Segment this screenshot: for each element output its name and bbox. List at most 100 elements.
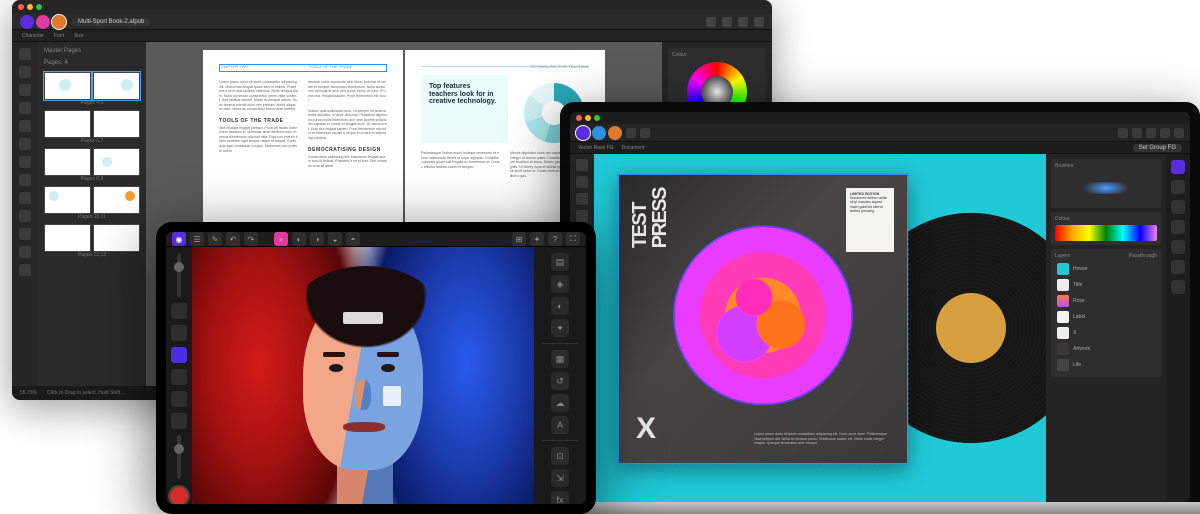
album-sleeve-artwork[interactable]: TEST PRESS LIMITED EDITION Numbered edit…: [618, 174, 908, 464]
doc-tab[interactable]: Vector Rose FG: [578, 145, 614, 151]
maximize-icon[interactable]: [594, 115, 600, 121]
layer-row[interactable]: Title: [1055, 277, 1157, 293]
snapping-icon[interactable]: ⊞: [512, 232, 526, 246]
home-icon[interactable]: ◉: [172, 232, 186, 246]
persona-export-icon[interactable]: ◓: [346, 232, 360, 246]
layers-studio-icon[interactable]: ▤: [551, 253, 569, 271]
vector-crop-tool-icon[interactable]: [19, 228, 31, 240]
pen-tool-icon[interactable]: [576, 210, 588, 222]
ellipse-tool-icon[interactable]: [19, 174, 31, 186]
brush-preview[interactable]: [1055, 172, 1157, 204]
portrait-artwork[interactable]: [192, 247, 534, 504]
brushes-panel[interactable]: Brushes: [1051, 159, 1161, 208]
document-menu-icon[interactable]: ☰: [190, 232, 204, 246]
page-spread-thumb[interactable]: Pages 8,9: [44, 148, 140, 182]
page-spread-thumb[interactable]: Pages 4,5: [44, 72, 140, 106]
maximize-icon[interactable]: [36, 4, 42, 10]
align-icon[interactable]: [1132, 128, 1142, 138]
table-tool-icon[interactable]: [19, 120, 31, 132]
page-spread-thumb[interactable]: Pages 12,13: [44, 224, 140, 258]
text-studio-icon[interactable]: A: [551, 416, 569, 434]
layer-row[interactable]: House: [1055, 261, 1157, 277]
picture-frame-tool-icon[interactable]: [19, 192, 31, 204]
brushes-studio-icon[interactable]: ✦: [551, 319, 569, 337]
smudge-tool-icon[interactable]: [171, 413, 187, 429]
paint-brush-tool-icon[interactable]: [171, 347, 187, 363]
open-icon[interactable]: [640, 128, 650, 138]
primary-colour-chip[interactable]: [168, 485, 190, 504]
adjustments-studio-icon[interactable]: ◐: [551, 297, 569, 315]
redo-icon[interactable]: ↷: [244, 232, 258, 246]
document-tab[interactable]: Multi-Sport Book-2.afpub: [72, 18, 150, 26]
page-header[interactable]: CHAPTER TWO TOOLS OF THE TRADE: [219, 64, 387, 72]
navigator-studio-icon[interactable]: ⊡: [551, 447, 569, 465]
channels-studio-icon[interactable]: ▦: [551, 350, 569, 368]
fullscreen-icon[interactable]: ⛶: [566, 232, 580, 246]
zoom-level[interactable]: 55.75%: [20, 390, 37, 396]
node-tool-icon[interactable]: [576, 176, 588, 188]
brush-opacity-slider[interactable]: [177, 435, 181, 479]
arrange-icon[interactable]: [738, 17, 748, 27]
pan-tool-icon[interactable]: [19, 264, 31, 276]
layer-row[interactable]: Label: [1055, 309, 1157, 325]
selection-tool-icon[interactable]: [171, 325, 187, 341]
character-dock-icon[interactable]: [1171, 240, 1185, 254]
photo-persona-icon[interactable]: [36, 15, 50, 29]
layer-row[interactable]: X: [1055, 325, 1157, 341]
transform-dock-icon[interactable]: [1171, 220, 1185, 234]
navigator-dock-icon[interactable]: [1171, 200, 1185, 214]
assets-dock-icon[interactable]: [1171, 160, 1185, 174]
designer-canvas[interactable]: TEST PRESS LIMITED EDITION Numbered edit…: [594, 154, 1046, 502]
erase-tool-icon[interactable]: [171, 369, 187, 385]
export-persona-icon[interactable]: [608, 126, 622, 140]
album-corner-mark[interactable]: X: [636, 412, 656, 446]
persona-liquify-icon[interactable]: ◐: [292, 232, 306, 246]
designer-persona-icon[interactable]: [20, 15, 34, 29]
node-tool-icon[interactable]: [19, 66, 31, 78]
page-spread-thumb[interactable]: Pages 6,7: [44, 110, 140, 144]
preview-icon[interactable]: [706, 17, 716, 27]
persona-switcher[interactable]: [20, 15, 66, 29]
persona-switcher[interactable]: [576, 126, 622, 140]
undo-icon[interactable]: ↶: [226, 232, 240, 246]
pixel-persona-icon[interactable]: [592, 126, 606, 140]
colour-studio-icon[interactable]: ◈: [551, 275, 569, 293]
help-icon[interactable]: ?: [548, 232, 562, 246]
minimize-icon[interactable]: [27, 4, 33, 10]
edit-menu-icon[interactable]: ✎: [208, 232, 222, 246]
fill-tool-icon[interactable]: [19, 210, 31, 222]
preflight-icon[interactable]: [722, 17, 732, 27]
close-icon[interactable]: [576, 115, 582, 121]
paragraph-dock-icon[interactable]: [1171, 260, 1185, 274]
publisher-persona-icon[interactable]: [52, 15, 66, 29]
layer-row[interactable]: Rose: [1055, 293, 1157, 309]
brush-width-slider[interactable]: [177, 253, 181, 297]
minimize-icon[interactable]: [585, 115, 591, 121]
page-spread-thumb[interactable]: Pages 10,11: [44, 186, 140, 220]
new-icon[interactable]: [626, 128, 636, 138]
rose-artwork[interactable]: [673, 225, 853, 405]
rectangle-tool-icon[interactable]: [19, 156, 31, 168]
move-tool-icon[interactable]: [19, 48, 31, 60]
layer-row[interactable]: Artwork: [1055, 341, 1157, 357]
boolean-add-icon[interactable]: [1146, 128, 1156, 138]
frame-text-tool-icon[interactable]: [19, 102, 31, 114]
album-sticker[interactable]: LIMITED EDITION Numbered edition white v…: [846, 188, 894, 252]
context-pill[interactable]: Set Group FG: [1133, 144, 1182, 152]
assistant-icon[interactable]: ✦: [530, 232, 544, 246]
designer-persona-icon[interactable]: [576, 126, 590, 140]
stock-studio-icon[interactable]: ☁: [551, 394, 569, 412]
move-tool-icon[interactable]: [576, 159, 588, 171]
close-icon[interactable]: [18, 4, 24, 10]
album-title[interactable]: TEST PRESS: [632, 188, 669, 251]
zoom-tool-icon[interactable]: [19, 246, 31, 258]
text-tool-icon[interactable]: [19, 84, 31, 96]
boolean-subtract-icon[interactable]: [1160, 128, 1170, 138]
styles-dock-icon[interactable]: [1171, 280, 1185, 294]
move-tool-icon[interactable]: [171, 303, 187, 319]
fx-studio-icon[interactable]: fx: [551, 491, 569, 504]
fill-tool-icon[interactable]: [171, 391, 187, 407]
colour-panel[interactable]: Colour: [1051, 212, 1161, 245]
persona-tone-icon[interactable]: ◒: [328, 232, 342, 246]
pen-tool-icon[interactable]: [19, 138, 31, 150]
